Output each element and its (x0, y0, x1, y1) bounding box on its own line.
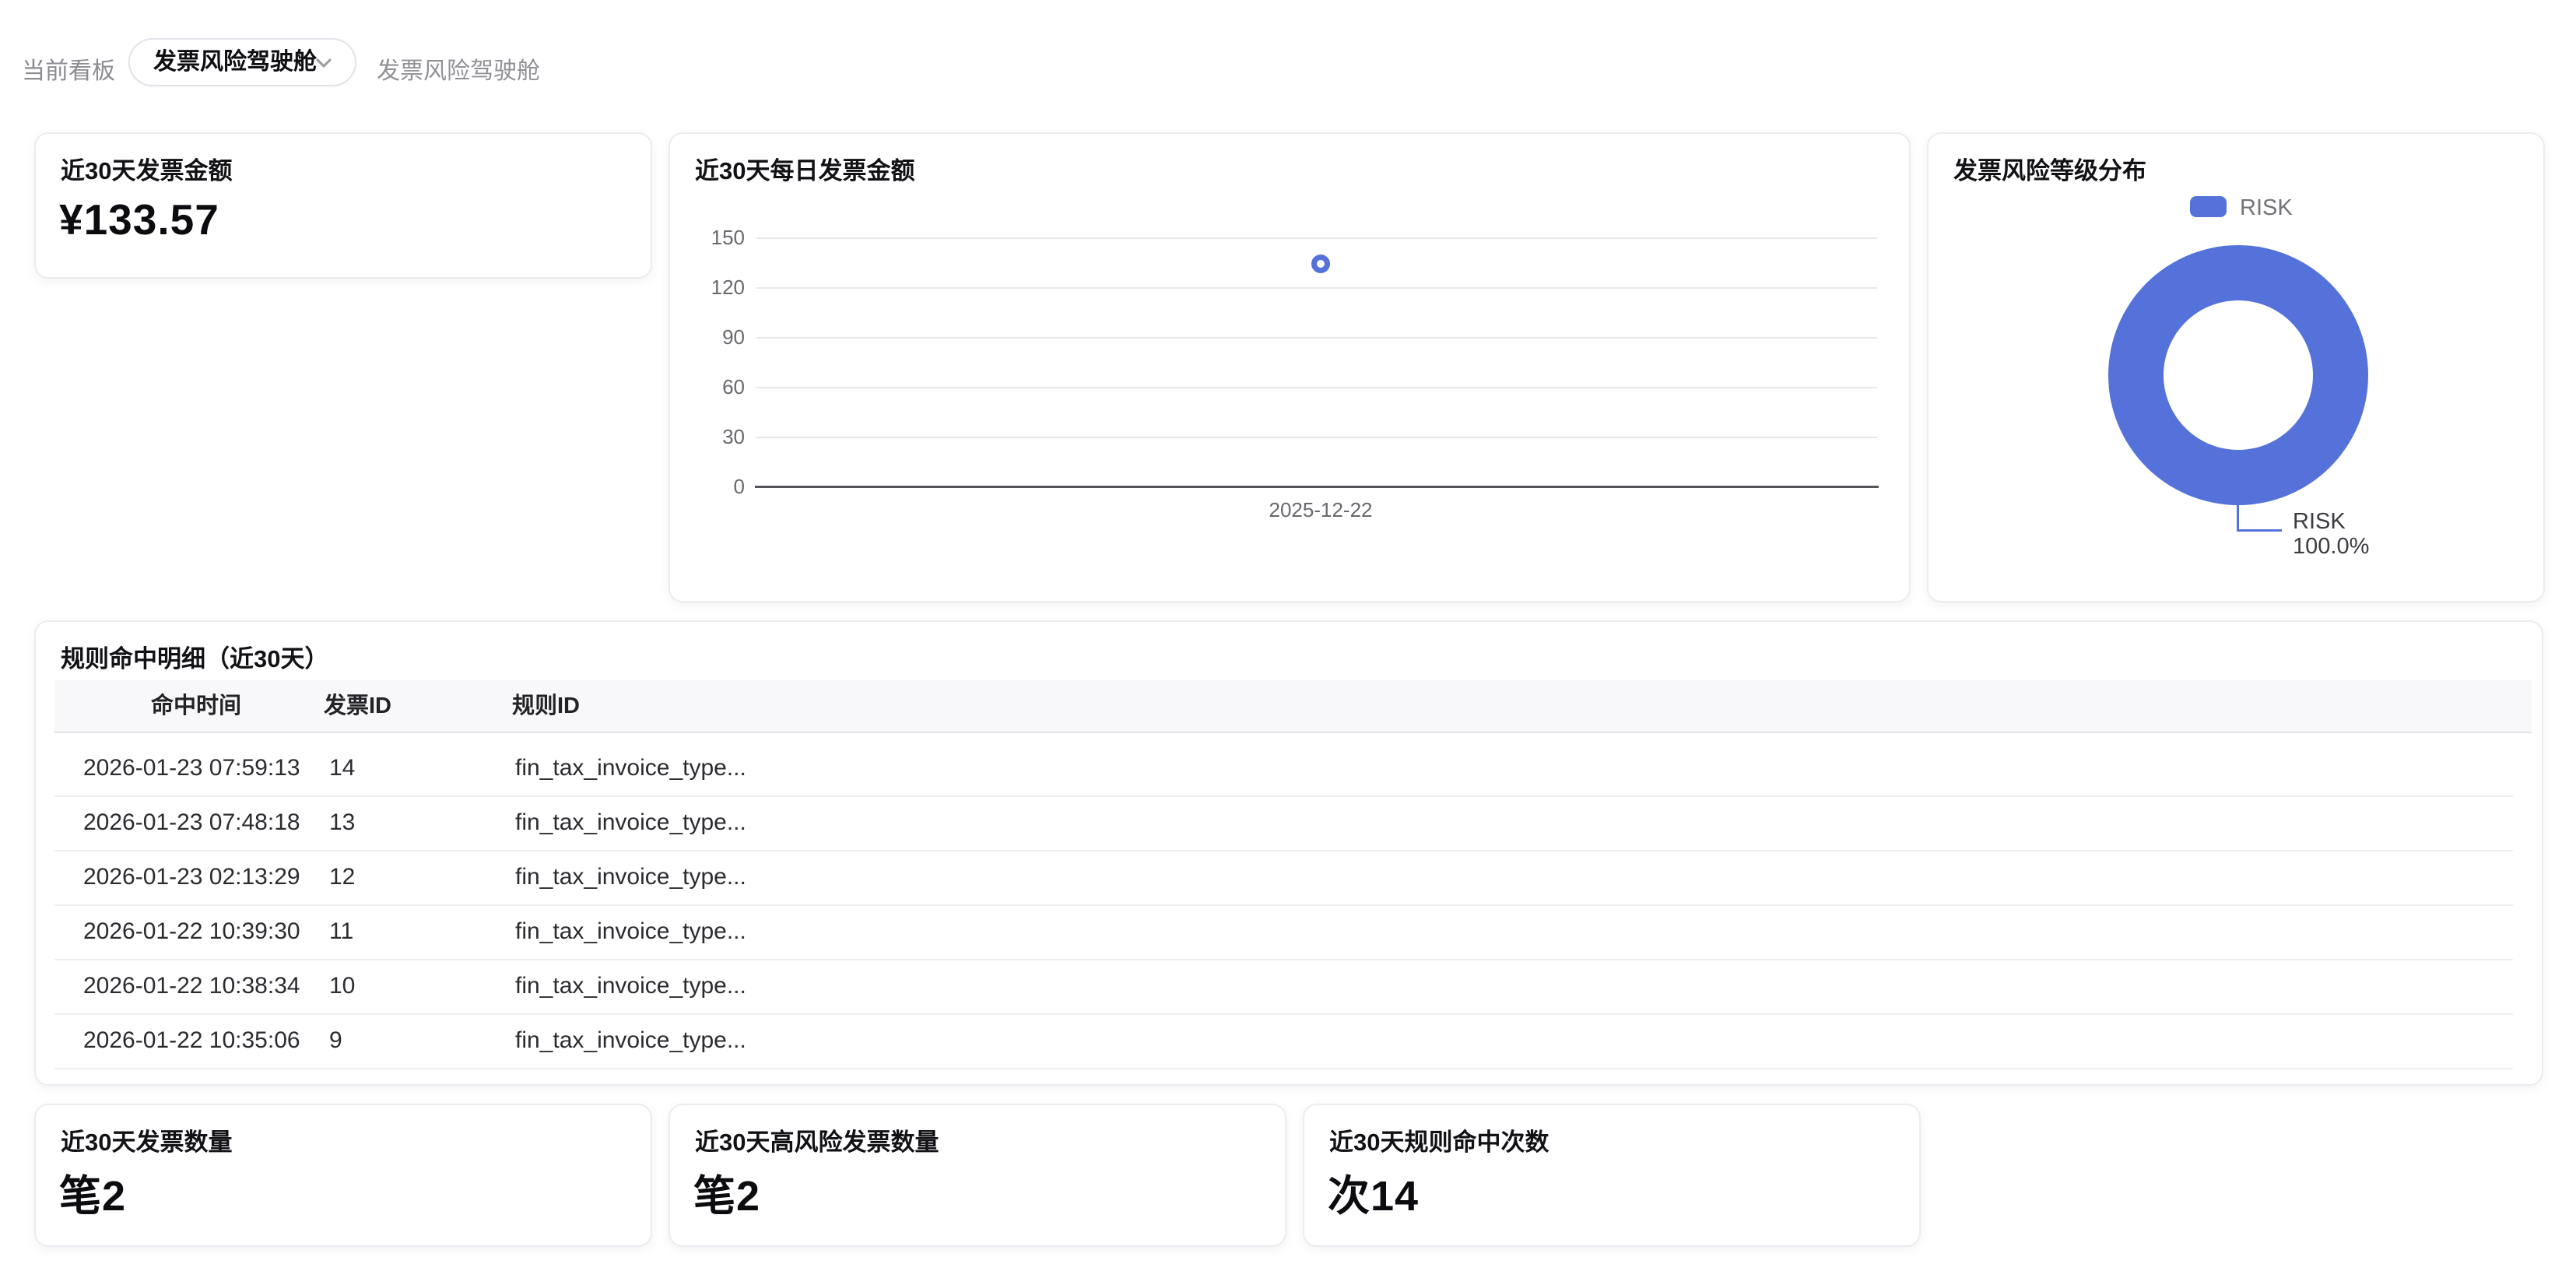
gridline (756, 337, 1877, 339)
table-title: 规则命中明细（近30天） (61, 639, 328, 674)
stat-value: 笔2 (693, 1161, 760, 1223)
dashboard-select[interactable]: 发票风险驾驶舱 (128, 38, 356, 86)
label-connector-line (2237, 505, 2239, 531)
cell-invoice-id: 8 (329, 1069, 342, 1086)
legend-label: RISK (2240, 195, 2293, 221)
scatter-plot[interactable]: 150 120 90 60 30 0 2025-12-22 (670, 134, 1909, 601)
cell-hit-time: 2026-01-22 10:38:34 (83, 960, 300, 1012)
y-tick-label: 0 (670, 475, 745, 499)
table-row: 2026-01-23 07:48:18 13 fin_tax_invoice_t… (54, 795, 2513, 850)
risk-distribution-card: 发票风险等级分布 RISK RISK 100.0% (1927, 132, 2545, 602)
table-row: 2026-01-22 10:38:34 10 fin_tax_invoice_t… (54, 959, 2513, 1013)
table-row: 2026-01-22 10:35:06 9 fin_tax_invoice_ty… (54, 1013, 2513, 1068)
kpi-card-title: 近30天发票金额 (61, 151, 232, 186)
kpi-card-invoice-count: 近30天发票数量 笔2 (34, 1104, 652, 1247)
dashboard-title: 发票风险驾驶舱 (377, 51, 540, 86)
cell-hit-time: 2026-01-22 10:39:30 (83, 906, 300, 957)
y-tick-label: 90 (670, 325, 745, 349)
kpi-card-rule-hit-count: 近30天规则命中次数 次14 (1303, 1104, 1921, 1247)
chevron-down-icon (311, 51, 336, 75)
cell-rule-id: fin_tax_invoice_type... (515, 851, 746, 903)
cell-rule-id: fin_tax_invoice_type... (515, 960, 746, 1012)
gridline (756, 437, 1877, 438)
gridline (756, 287, 1877, 289)
slice-label-name: RISK (2293, 509, 2346, 535)
daily-amount-chart-card: 近30天每日发票金额 150 120 90 60 30 0 2025-12-22 (669, 132, 1911, 602)
stat-title: 近30天高风险发票数量 (695, 1122, 939, 1157)
column-header-hit-time: 命中时间 (151, 680, 241, 732)
cell-invoice-id: 10 (329, 960, 355, 1012)
gridline (756, 387, 1877, 388)
table-row: 2026-01-22 08:17:38 8 fin_tax_invoice_ty… (54, 1068, 2513, 1086)
x-axis-line (755, 486, 1879, 488)
donut-hole (2164, 300, 2313, 450)
gridline (756, 237, 1877, 239)
x-tick-label: 2025-12-22 (1204, 498, 1437, 522)
dashboard-select-value: 发票风险驾驶舱 (153, 40, 317, 85)
cell-hit-time: 2026-01-23 07:59:13 (83, 743, 300, 794)
column-header-invoice-id: 发票ID (324, 680, 391, 732)
cell-rule-id: fin_tax_invoice_type... (515, 1069, 746, 1086)
y-tick-label: 30 (670, 425, 745, 449)
kpi-card-invoice-amount: 近30天发票金额 ¥133.57 (34, 132, 652, 279)
cell-invoice-id: 11 (329, 906, 353, 957)
legend-swatch (2190, 196, 2227, 217)
cell-rule-id: fin_tax_invoice_type... (515, 797, 746, 848)
rule-hit-table-card: 规则命中明细（近30天） 命中时间 发票ID 规则ID 2026-01-23 0… (34, 620, 2543, 1086)
kpi-amount-value: ¥133.57 (59, 195, 219, 244)
invoice-risk-dashboard: 当前看板 发票风险驾驶舱 发票风险驾驶舱 近30天发票金额 ¥133.57 近3… (0, 0, 2576, 1264)
cell-hit-time: 2026-01-22 10:35:06 (83, 1015, 300, 1066)
kpi-card-high-risk-invoice-count: 近30天高风险发票数量 笔2 (669, 1104, 1286, 1247)
table-row: 2026-01-23 07:59:13 14 fin_tax_invoice_t… (54, 743, 2513, 795)
cell-invoice-id: 13 (329, 797, 355, 848)
y-tick-label: 120 (670, 276, 745, 300)
cell-invoice-id: 14 (329, 743, 355, 794)
stat-title: 近30天规则命中次数 (1329, 1122, 1549, 1157)
cell-rule-id: fin_tax_invoice_type... (515, 1015, 746, 1066)
scatter-data-point[interactable] (1311, 255, 1330, 273)
slice-label-percent: 100.0% (2293, 534, 2369, 560)
y-tick-label: 60 (670, 375, 745, 399)
stat-title: 近30天发票数量 (61, 1122, 232, 1157)
current-dashboard-label: 当前看板 (22, 51, 115, 86)
cell-hit-time: 2026-01-23 07:48:18 (83, 797, 300, 848)
table-row: 2026-01-23 02:13:29 12 fin_tax_invoice_t… (54, 850, 2513, 904)
column-header-rule-id: 规则ID (512, 680, 580, 732)
risk-chart-title: 发票风险等级分布 (1953, 151, 2146, 186)
y-tick-label: 150 (670, 226, 745, 250)
table-body: 2026-01-23 07:59:13 14 fin_tax_invoice_t… (54, 743, 2513, 1086)
stat-value: 笔2 (59, 1161, 126, 1223)
cell-rule-id: fin_tax_invoice_type... (515, 906, 746, 957)
cell-hit-time: 2026-01-23 02:13:29 (83, 851, 300, 903)
label-connector-line (2237, 529, 2282, 532)
cell-hit-time: 2026-01-22 08:17:38 (83, 1069, 300, 1086)
cell-invoice-id: 9 (329, 1015, 342, 1066)
table-row: 2026-01-22 10:39:30 11 fin_tax_invoice_t… (54, 904, 2513, 959)
stat-value: 次14 (1328, 1161, 1419, 1223)
cell-rule-id: fin_tax_invoice_type... (515, 743, 746, 794)
cell-invoice-id: 12 (329, 851, 355, 903)
table-header-row: 命中时间 发票ID 规则ID (54, 680, 2532, 733)
